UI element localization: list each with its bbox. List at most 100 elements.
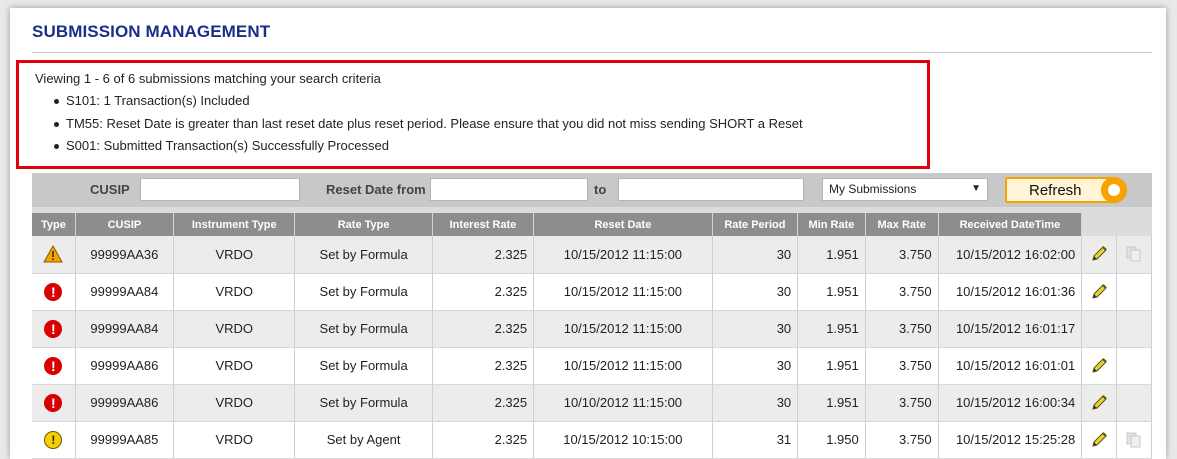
submission-scope-value: My Submissions	[829, 182, 917, 196]
table-row[interactable]: ! 99999AA84 VRDO Set by Formula 2.325 10/15/2…	[32, 273, 1152, 311]
rate-period-cell: 30	[712, 236, 799, 274]
column-header-type[interactable]: Type	[32, 213, 76, 236]
copy-icon[interactable]	[1125, 246, 1143, 262]
received-datetime-cell: 10/15/2012 16:01:01	[938, 347, 1083, 385]
table-row[interactable]: 99999AA36 VRDO Set by Formula 2.325 10/15/20…	[32, 236, 1152, 274]
interest-rate-cell: 2.325	[432, 421, 535, 459]
copy-cell[interactable]	[1116, 421, 1152, 459]
rate-type-cell: Set by Formula	[294, 310, 433, 348]
results-summary: Viewing 1 - 6 of 6 submissions matching …	[35, 71, 381, 86]
message-item: S101: 1 Transaction(s) Included	[54, 90, 927, 113]
instrument-type-cell: VRDO	[173, 421, 296, 459]
error-icon: !	[44, 282, 63, 301]
edit-cell	[1081, 310, 1118, 348]
interest-rate-cell: 2.325	[432, 273, 535, 311]
copy-cell	[1116, 347, 1152, 385]
min-rate-cell: 1.951	[797, 273, 866, 311]
copy-icon[interactable]	[1125, 431, 1143, 447]
cusip-filter-input[interactable]	[140, 178, 300, 201]
received-datetime-cell: 10/15/2012 16:01:36	[938, 273, 1083, 311]
reset-date-cell: 10/15/2012 11:15:00	[533, 273, 713, 311]
rate-period-cell: 31	[712, 421, 799, 459]
pencil-icon[interactable]	[1089, 246, 1109, 261]
cusip-cell: 99999AA84	[75, 273, 175, 311]
edit-cell[interactable]	[1081, 273, 1118, 311]
column-header-reset-date[interactable]: Reset Date	[533, 213, 713, 236]
edit-cell[interactable]	[1081, 347, 1118, 385]
received-datetime-cell: 10/15/2012 15:25:28	[938, 421, 1083, 459]
interest-rate-cell: 2.325	[432, 347, 535, 385]
min-rate-cell: 1.951	[797, 347, 866, 385]
reset-date-from-input[interactable]	[430, 178, 588, 201]
rate-type-cell: Set by Agent	[294, 421, 433, 459]
column-header-interest-rate[interactable]: Interest Rate	[432, 213, 535, 236]
edit-cell[interactable]	[1081, 421, 1118, 459]
edit-cell[interactable]	[1081, 236, 1118, 274]
rate-type-cell: Set by Formula	[294, 384, 433, 422]
submission-scope-select[interactable]: My Submissions ▼	[822, 178, 988, 201]
message-item: TM55: Reset Date is greater than last re…	[54, 113, 927, 136]
reset-date-cell: 10/10/2012 11:15:00	[533, 384, 713, 422]
reset-date-to-label: to	[594, 182, 607, 197]
column-header-cusip[interactable]: CUSIP	[75, 213, 175, 236]
type-cell: !	[32, 421, 76, 459]
refresh-button[interactable]: Refresh	[1005, 177, 1127, 203]
table-row[interactable]: ! 99999AA85 VRDO Set by Agent 2.325 10/15/201…	[32, 421, 1152, 459]
column-header-rate-type[interactable]: Rate Type	[294, 213, 433, 236]
column-header-max-rate[interactable]: Max Rate	[865, 213, 939, 236]
title-divider	[32, 52, 1152, 53]
reset-date-cell: 10/15/2012 10:15:00	[533, 421, 713, 459]
type-cell: !	[32, 384, 76, 422]
table-row[interactable]: ! 99999AA86 VRDO Set by Formula 2.325 10/15/2…	[32, 347, 1152, 385]
copy-cell[interactable]	[1116, 236, 1152, 274]
table-row[interactable]: ! 99999AA86 VRDO Set by Formula 2.325 10/10/2…	[32, 384, 1152, 422]
info-icon: !	[44, 430, 63, 449]
pencil-icon[interactable]	[1089, 357, 1109, 373]
submission-management-panel: SUBMISSION MANAGEMENT Viewing 1 - 6 of 6…	[10, 8, 1166, 459]
error-icon: !	[44, 393, 63, 412]
column-header-min-rate[interactable]: Min Rate	[797, 213, 866, 236]
submissions-table: Type CUSIP Instrument Type Rate Type Int…	[32, 213, 1152, 459]
pencil-icon[interactable]	[1089, 431, 1109, 447]
warning-icon	[43, 245, 64, 263]
rate-period-cell: 30	[712, 310, 799, 348]
instrument-type-cell: VRDO	[173, 347, 296, 385]
messages-box: Viewing 1 - 6 of 6 submissions matching …	[16, 60, 930, 169]
min-rate-cell: 1.951	[797, 236, 866, 274]
type-cell: !	[32, 347, 76, 385]
column-header-rate-period[interactable]: Rate Period	[712, 213, 799, 236]
copy-cell	[1116, 384, 1152, 422]
table-row[interactable]: ! 99999AA84 VRDO Set by Formula 2.325 10/15/2…	[32, 310, 1152, 348]
message-item: S001: Submitted Transaction(s) Successfu…	[54, 135, 927, 158]
instrument-type-cell: VRDO	[173, 273, 296, 311]
reset-date-cell: 10/15/2012 11:15:00	[533, 310, 713, 348]
reset-date-from-label: Reset Date from	[326, 182, 426, 197]
max-rate-cell: 3.750	[865, 236, 939, 274]
copy-cell	[1116, 310, 1152, 348]
type-cell: !	[32, 310, 76, 348]
chevron-down-icon: ▼	[971, 183, 981, 194]
column-header-copy	[1116, 213, 1152, 236]
copy-cell	[1116, 273, 1152, 311]
max-rate-cell: 3.750	[865, 273, 939, 311]
cusip-filter-label: CUSIP	[90, 182, 130, 197]
reset-date-to-input[interactable]	[618, 178, 804, 201]
rate-period-cell: 30	[712, 347, 799, 385]
rate-type-cell: Set by Formula	[294, 347, 433, 385]
rate-type-cell: Set by Formula	[294, 273, 433, 311]
table-header-row: Type CUSIP Instrument Type Rate Type Int…	[32, 213, 1152, 236]
filter-bar: CUSIP Reset Date from to My Submissions …	[32, 173, 1152, 207]
pencil-icon[interactable]	[1089, 283, 1109, 299]
submissions-grid: CUSIP Reset Date from to My Submissions …	[32, 173, 1152, 459]
refresh-toggle-icon	[1101, 177, 1127, 203]
column-header-instrument-type[interactable]: Instrument Type	[173, 213, 296, 236]
pencil-icon[interactable]	[1089, 394, 1109, 410]
edit-cell[interactable]	[1081, 384, 1118, 422]
instrument-type-cell: VRDO	[173, 310, 296, 348]
column-header-received-datetime[interactable]: Received DateTime	[938, 213, 1083, 236]
min-rate-cell: 1.951	[797, 310, 866, 348]
interest-rate-cell: 2.325	[432, 310, 535, 348]
max-rate-cell: 3.750	[865, 347, 939, 385]
rate-period-cell: 30	[712, 384, 799, 422]
instrument-type-cell: VRDO	[173, 384, 296, 422]
